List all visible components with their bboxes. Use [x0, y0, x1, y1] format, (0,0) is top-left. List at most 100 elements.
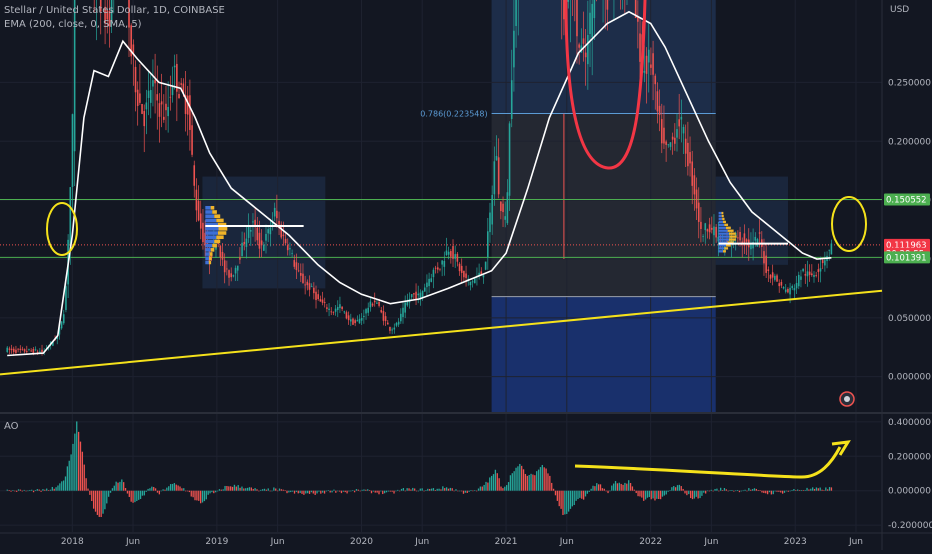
ao-bar-negative: [665, 490, 667, 495]
ao-bar-negative: [94, 490, 97, 512]
ao-bar-positive: [731, 489, 733, 491]
candle-body-down: [141, 104, 143, 114]
ao-bar-negative: [475, 490, 478, 492]
ao-bar-negative: [785, 490, 788, 492]
ao-bar-positive: [753, 488, 756, 491]
candle-body-down: [317, 294, 319, 300]
ao-bar-positive: [498, 478, 500, 491]
ao-bar-negative: [393, 490, 395, 494]
ao-bar-positive: [123, 482, 125, 491]
ao-bar-negative: [573, 490, 575, 506]
ao-bar-negative: [643, 490, 645, 501]
candle-body-down: [706, 229, 709, 232]
ao-bar-negative: [337, 490, 339, 492]
ao-bar-positive: [284, 490, 286, 491]
ao-bar-positive: [797, 489, 799, 491]
ao-bar-positive: [361, 489, 363, 491]
ao-bar-negative: [644, 490, 647, 500]
ao-bar-positive: [160, 490, 162, 492]
ao-bar-positive: [808, 489, 810, 491]
ao-bar-positive: [759, 490, 761, 491]
ao-bar-negative: [581, 490, 583, 499]
ao-bar-negative: [207, 490, 209, 495]
candle-body-up: [789, 287, 791, 295]
candle-body-down: [769, 274, 772, 279]
chart-svg[interactable]: 0.0000000.0500000.1000000.1500000.200000…: [0, 0, 932, 550]
candle-body-down: [780, 282, 783, 286]
ao-bar-positive: [744, 489, 746, 491]
ao-bar-positive: [252, 488, 254, 491]
candle-body-down: [217, 243, 219, 244]
ao-bar-negative: [134, 490, 136, 503]
volume-profile-2022-bar: [718, 247, 725, 250]
candle-body-up: [360, 317, 363, 321]
ao-bar-negative: [14, 490, 16, 492]
ao-bar-negative: [656, 490, 658, 499]
ao-bar-positive: [682, 488, 684, 491]
candle-body-down: [313, 287, 315, 294]
candle-body-down: [708, 224, 711, 233]
volume-profile-2019-bar: [205, 243, 213, 248]
candle-body-up: [447, 251, 450, 255]
candle-body-down: [695, 189, 698, 209]
x-tick-label: Jun: [703, 537, 718, 547]
candle-body-up: [445, 250, 448, 256]
chart-legend: Stellar / United States Dollar, 1D, COIN…: [4, 4, 225, 32]
candle-body-down: [36, 351, 39, 353]
ao-bar-positive: [70, 454, 72, 491]
ao-bar-negative: [462, 490, 465, 494]
ao-bar-positive: [168, 486, 170, 491]
ao-bar-positive: [509, 475, 512, 491]
candle-body-up: [62, 314, 65, 324]
ao-bar-positive: [530, 473, 532, 491]
ao-bar-positive: [410, 489, 412, 491]
ao-bar-negative: [691, 490, 694, 500]
candle-body-up: [247, 226, 250, 238]
ao-bar-negative: [314, 490, 316, 495]
ao-bar-positive: [528, 474, 530, 491]
candle-body-up: [647, 49, 650, 63]
candle-body-down: [584, 52, 587, 58]
ao-indicator-label[interactable]: AO: [4, 421, 19, 432]
candle-body-up: [669, 142, 672, 147]
ao-y-tick-label: 0.200000: [888, 452, 931, 462]
symbol-title[interactable]: Stellar / United States Dollar, 1D, COIN…: [4, 4, 225, 18]
y-tick-label: 0.050000: [888, 314, 931, 324]
ao-bar-positive: [526, 475, 528, 491]
ao-bar-positive: [31, 489, 33, 491]
candle-body-down: [436, 267, 439, 270]
ao-bar-negative: [738, 490, 741, 493]
ao-bar-negative: [297, 490, 299, 494]
ao-bar-negative: [258, 490, 260, 492]
chart-stage[interactable]: 0.0000000.0500000.1000000.1500000.200000…: [0, 0, 932, 550]
x-tick-label: Jun: [270, 537, 285, 547]
candle-body-down: [32, 349, 35, 354]
ao-bar-positive: [819, 487, 821, 491]
ao-bar-negative: [789, 490, 791, 492]
ao-bar-negative: [370, 490, 373, 494]
candle-body-down: [778, 283, 781, 287]
candle-body-down: [219, 245, 222, 258]
volume-profile-2019-bar-hi: [209, 256, 212, 261]
ao-bar-positive: [507, 482, 510, 491]
ao-bar-negative: [102, 490, 104, 514]
volume-profile-2019-bar: [205, 252, 210, 256]
ao-bar-negative: [558, 490, 560, 507]
volume-profile-2022-bar: [718, 235, 730, 238]
candle-body-down: [645, 55, 648, 74]
candle-body-down: [563, 0, 565, 20]
volume-profile-2022-bar: [718, 250, 724, 253]
candle-body-down: [817, 269, 820, 272]
candle-body-up: [269, 227, 272, 235]
ao-bar-negative: [329, 490, 331, 493]
ao-bar-positive: [51, 486, 53, 491]
ao-bar-positive: [616, 483, 619, 491]
candle-body-up: [797, 274, 800, 287]
candle-body-down: [378, 301, 380, 306]
ao-bar-positive: [64, 476, 67, 491]
ema-indicator-label[interactable]: EMA (200, close, 0, SMA, 5): [4, 18, 225, 32]
ao-bar-positive: [230, 486, 232, 491]
candle-body-down: [460, 265, 463, 273]
ao-bar-positive: [442, 486, 444, 491]
candle-body-down: [136, 89, 139, 106]
